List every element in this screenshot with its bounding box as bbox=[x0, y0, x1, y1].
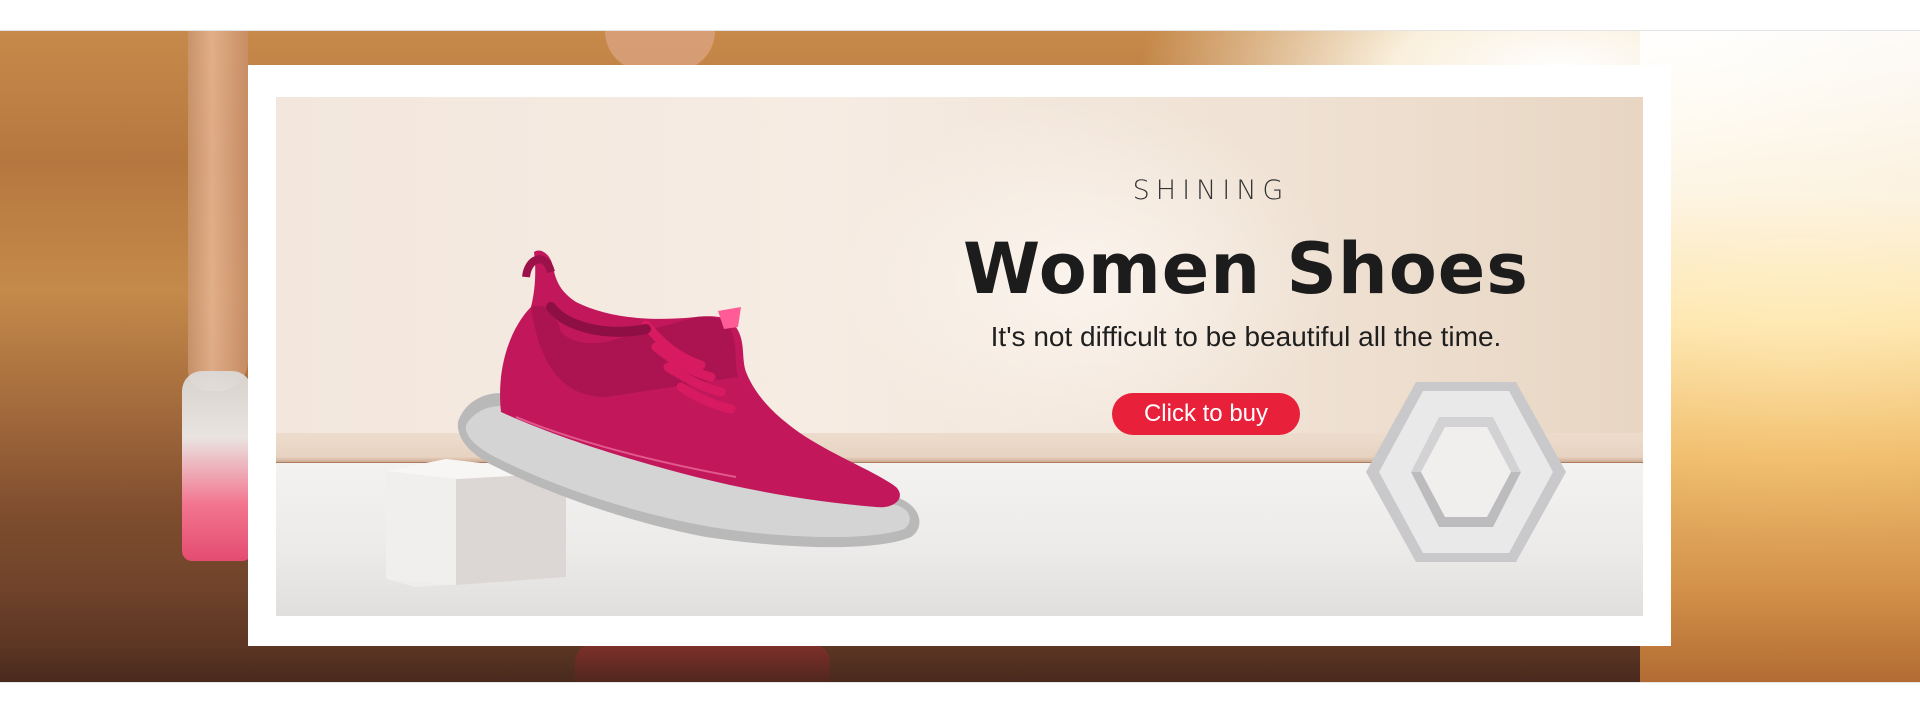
runner-leg bbox=[188, 31, 248, 391]
promo-banner[interactable]: SHINING Women Shoes It's not difficult t… bbox=[276, 97, 1643, 616]
banner-tagline: It's not difficult to be beautiful all t… bbox=[990, 321, 1502, 352]
sneaker-product-image bbox=[457, 250, 920, 548]
banner-copy: SHINING Women Shoes It's not difficult t… bbox=[926, 175, 1566, 435]
banner-card[interactable]: SHINING Women Shoes It's not difficult t… bbox=[248, 65, 1671, 646]
banner-eyebrow: SHINING bbox=[1132, 175, 1290, 206]
sunlight-glow bbox=[1640, 31, 1920, 682]
banner-headline: Women Shoes bbox=[963, 228, 1529, 310]
runner-shoe bbox=[182, 371, 252, 561]
page: SHINING Women Shoes It's not difficult t… bbox=[0, 0, 1920, 709]
click-to-buy-button[interactable]: Click to buy bbox=[1111, 393, 1301, 435]
bottom-divider bbox=[0, 682, 1920, 683]
